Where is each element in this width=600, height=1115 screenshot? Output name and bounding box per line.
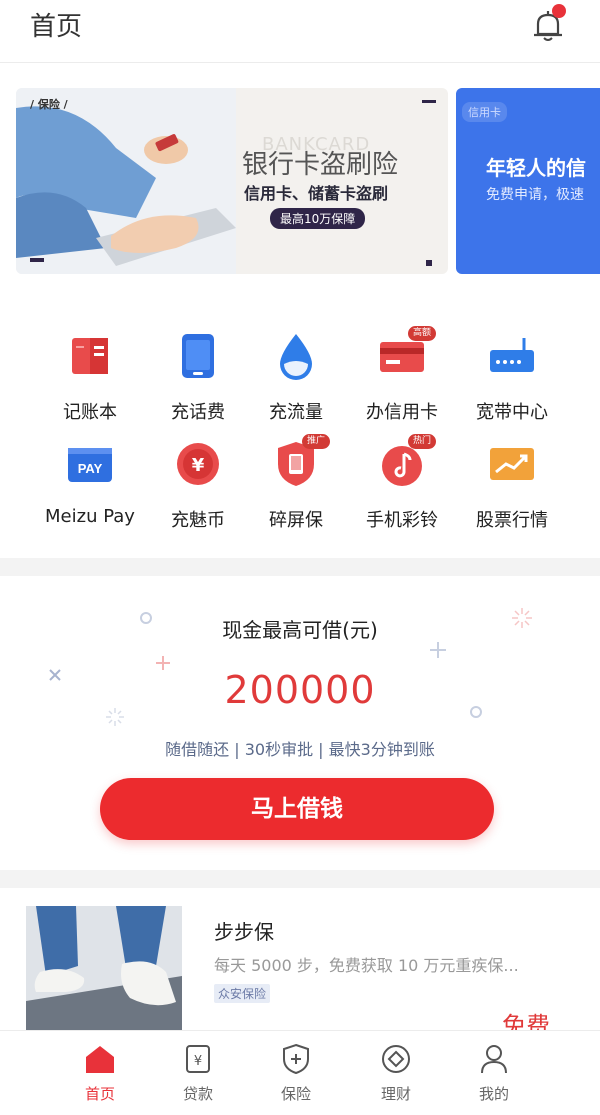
insurance-shield-icon [283,1043,309,1075]
yen-coin-icon: ¥ [177,443,219,485]
grid-item-data-topup[interactable]: 充流量 [236,332,356,432]
grid-label: 碎屏保 [269,510,323,531]
grid-item-screen-insurance[interactable]: 推广 碎屏保 [236,434,356,540]
tab-label: 我的 [478,1085,509,1103]
borrow-now-button[interactable]: 马上借钱 [100,778,494,840]
grid-item-broadband[interactable]: 宽带中心 [452,332,572,432]
user-icon [481,1045,507,1074]
stock-chart-icon [490,448,534,480]
svg-text:PAY: PAY [78,461,103,476]
section-divider [0,870,600,888]
phone-icon [182,334,214,378]
notebook-icon [72,338,108,374]
grid-label: 宽带中心 [476,402,548,423]
grid-label: 办信用卡 [366,402,438,423]
grid-label: 充流量 [269,402,323,423]
side-banner-tag: 信用卡 [462,102,507,122]
sneaker-walking-image [26,906,182,1031]
banner-insurance[interactable]: / 保险 / BANKCARD 银行卡盗刷险 信用卡、储蓄卡盗刷 最高10万保障 [16,88,448,274]
banner-pill: 最高10万保障 [270,208,366,229]
banner-carousel[interactable]: / 保险 / BANKCARD 银行卡盗刷险 信用卡、储蓄卡盗刷 最高10万保障… [0,88,600,274]
laptop-hand-image [16,88,236,274]
finance-icon [382,1045,410,1073]
home-icon [86,1046,114,1073]
product-title: 步步保 [214,920,274,944]
router-icon [490,338,534,372]
grid-item-notebook[interactable]: 记账本 [30,332,150,432]
tab-profile[interactable]: 我的 [434,1031,554,1115]
loan-amount: 200000 [224,668,376,712]
banner-credit-card[interactable]: 信用卡 年轻人的信 免费申请，极速 [456,88,600,274]
service-grid: 记账本 充话费 充流量 高额 办信用卡 宽带中心 PAY Meizu Pay ¥… [0,320,600,540]
banner-decoration [426,260,432,266]
grid-item-stocks[interactable]: 股票行情 [452,440,572,540]
grid-item-credit-card[interactable]: 高额 办信用卡 [342,326,462,432]
loan-icon: ¥ [186,1045,210,1073]
grid-badge: 高额 [408,326,437,341]
banner-tag: / 保险 / [30,98,68,111]
page-title: 首页 [30,12,83,42]
grid-item-ringtone[interactable]: 热门 手机彩铃 [342,434,462,540]
pay-icon: PAY [68,448,112,482]
svg-text:¥: ¥ [194,1054,202,1069]
product-description: 每天 5000 步，免费获取 10 万元重疾保... [214,956,519,975]
banner-subtitle: 信用卡、储蓄卡盗刷 [244,184,389,203]
insurer-tag: 众安保险 [214,984,271,1003]
cash-loan-section: 现金最高可借(元) 200000 随借随还 | 30秒审批 | 最快3分钟到账 … [0,578,600,868]
grid-label: 股票行情 [476,510,548,531]
notification-dot [552,4,566,18]
banner-title: 银行卡盗刷险 [242,150,399,180]
grid-label: 手机彩铃 [366,510,438,531]
product-card[interactable]: 步步保 每天 5000 步，免费获取 10 万元重疾保... 众安保险 免费 [0,890,600,1040]
loan-title: 现金最高可借(元) [222,618,378,642]
section-divider [0,558,600,576]
loan-description: 随借随还 | 30秒审批 | 最快3分钟到账 [165,740,435,759]
grid-badge: 热门 [408,434,437,449]
grid-item-meizu-pay[interactable]: PAY Meizu Pay [30,440,150,540]
bottom-tab-bar: 首页 ¥ 贷款 保险 理财 我的 [0,1030,600,1115]
banner-decoration [422,100,436,103]
plus-decoration-icon [430,642,446,658]
side-banner-subtitle: 免费申请，极速 [486,187,584,203]
grid-label: Meizu Pay [45,506,135,527]
top-header: 首页 [0,0,600,63]
grid-badge: 推广 [302,434,331,449]
grid-label: 记账本 [63,402,117,423]
droplet-icon [280,334,312,380]
svg-text:¥: ¥ [192,455,205,476]
side-banner-title: 年轻人的信 [486,156,586,180]
